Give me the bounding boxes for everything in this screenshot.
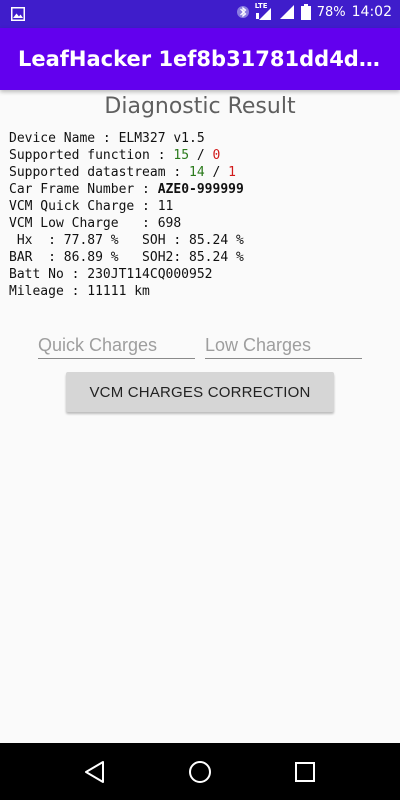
- main-content: Diagnostic Result Device Name : ELM327 v…: [0, 90, 400, 743]
- home-icon[interactable]: [186, 758, 214, 786]
- clock: 14:02: [351, 4, 392, 20]
- supported-function-fail: 0: [212, 148, 221, 163]
- low-charges-placeholder: Low Charges: [205, 335, 312, 355]
- car-frame-number-line: Car Frame Number : AZE0-999999: [9, 182, 244, 197]
- recents-icon[interactable]: [291, 758, 319, 786]
- diagnostic-output: Device Name : ELM327 v1.5 Supported funct…: [9, 130, 244, 300]
- low-charges-input[interactable]: Low Charges: [205, 328, 362, 359]
- status-bar: LTE 78% 14:02: [0, 0, 400, 28]
- result-title: Diagnostic Result: [104, 94, 296, 119]
- supported-function-line: Supported function : 15 / 0: [9, 148, 221, 163]
- battery-icon: [300, 4, 311, 20]
- image-icon: [11, 7, 25, 21]
- navigation-bar: [0, 743, 400, 800]
- signal-icon: [279, 5, 294, 19]
- vcm-quick-charge-line: VCM Quick Charge : 11: [9, 199, 174, 214]
- supported-function-ok: 15: [173, 148, 190, 163]
- app-bar: LeafHacker 1ef8b31781dd4d2c1c...: [0, 28, 400, 90]
- bluetooth-icon: [236, 6, 249, 18]
- bar-soh2-line: BAR : 86.89 % SOH2: 85.24 %: [9, 250, 244, 265]
- quick-charges-input[interactable]: Quick Charges: [38, 328, 195, 359]
- device-name-line: Device Name : ELM327 v1.5: [9, 131, 205, 146]
- battery-percentage: 78%: [316, 4, 346, 20]
- back-icon[interactable]: [81, 758, 109, 786]
- hx-soh-line: Hx : 77.87 % SOH : 85.24 %: [9, 233, 244, 248]
- batt-no-line: Batt No : 230JT114CQ000952: [9, 267, 213, 282]
- quick-charges-placeholder: Quick Charges: [38, 335, 158, 355]
- mileage-line: Mileage : 11111 km: [9, 284, 150, 299]
- vcm-charges-correction-button[interactable]: VCM CHARGES CORRECTION: [66, 372, 334, 412]
- supported-datastream-fail: 1: [228, 165, 236, 180]
- supported-datastream-line: Supported datastream : 14 / 1: [9, 165, 236, 180]
- car-frame-number: AZE0-999999: [157, 182, 244, 197]
- lte-signal-icon: LTE: [255, 2, 273, 20]
- app-title: LeafHacker 1ef8b31781dd4d2c1c...: [18, 47, 383, 71]
- vcm-low-charge-line: VCM Low Charge : 698: [9, 216, 182, 231]
- supported-datastream-ok: 14: [189, 165, 205, 180]
